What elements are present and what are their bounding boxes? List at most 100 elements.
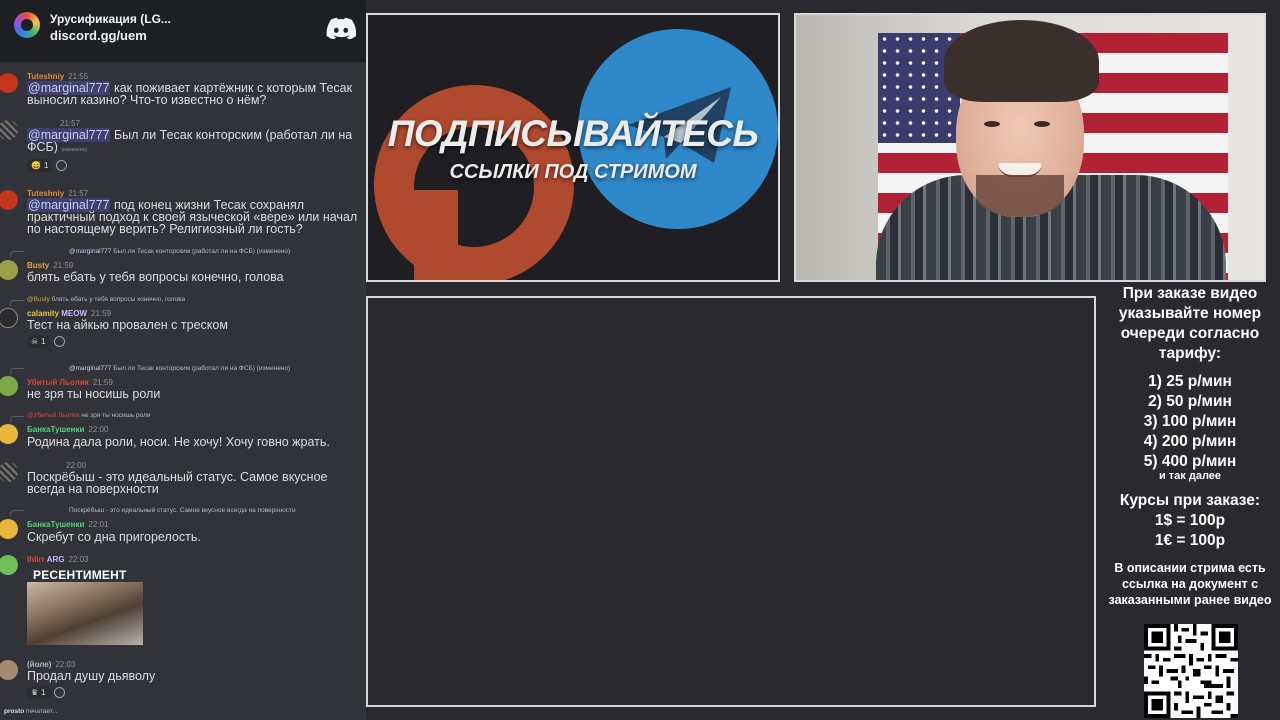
cat-gif-attachment[interactable] [27, 582, 143, 645]
user-avatar [0, 120, 18, 140]
user-avatar [0, 73, 18, 93]
username: БанкаТушенки [27, 425, 85, 434]
gif-caption: РЕСЕНТИМЕНТ [33, 568, 127, 582]
user-avatar [0, 555, 18, 575]
skull-emoji-icon: ☠ [31, 336, 39, 346]
order-instructions: При заказе видео указывайте номер очеред… [1118, 285, 1262, 362]
reply-preview[interactable]: Поскрёбыш - это идеальный статус. Самое … [69, 507, 296, 514]
rate-usd: 1$ = 100р [1154, 512, 1226, 529]
streamer-beard [976, 175, 1064, 217]
reaction-button[interactable]: 😅 1 [27, 158, 53, 172]
message-text: Родина дала роли, носи. Не хочу! Хочу го… [27, 435, 330, 449]
message-text: не зря ты носишь роли [27, 387, 161, 401]
reply-preview[interactable]: @Busty блять ебать у тебя вопросы конечн… [27, 296, 185, 303]
message-text: блять ебать у тебя вопросы конечно, голо… [27, 270, 284, 284]
message-text: Продал душу дьяволу [27, 669, 156, 683]
message-text: Тест на айкью провален с треском [27, 318, 228, 332]
reply-connector [10, 416, 24, 422]
timestamp: 22:03 [55, 660, 76, 669]
streamer-eye [1034, 121, 1050, 127]
patreon-logo-stem [414, 190, 458, 280]
reply-preview[interactable]: @marginal777 Был ли Тесак конторским (ра… [69, 248, 290, 255]
stream-overlay: Урусификация (LG... discord.gg/uem Tutes… [0, 0, 1280, 720]
timestamp: 22:01 [88, 520, 109, 529]
edited-label: (изменено) [61, 147, 88, 153]
banner-subtitle: ССЫЛКИ ПОД СТРИМОМ [449, 161, 697, 183]
user-avatar [0, 260, 18, 280]
user-avatar [0, 462, 18, 482]
webcam-feed [794, 13, 1266, 282]
reply-preview[interactable]: @Убитый Льолик не зря ты носишь роли [27, 412, 151, 419]
price-list: 1) 25 р/мин 2) 50 р/мин 3) 100 р/мин 4) … [1100, 372, 1280, 472]
username: Tuteshniy [27, 72, 65, 81]
add-reaction-icon[interactable] [53, 335, 65, 347]
username: lhlirr [27, 555, 45, 564]
timestamp: 21:59 [91, 309, 112, 318]
price-item: 2) 50 р/мин [1148, 393, 1232, 410]
timestamp: 22:00 [66, 461, 87, 470]
user-avatar [0, 190, 18, 210]
server-icon [14, 12, 40, 38]
user-avatar [0, 519, 18, 539]
timestamp: 21:55 [68, 72, 89, 81]
reaction-bar: ☠ 1 [27, 334, 65, 348]
discord-logo-icon [326, 17, 356, 39]
reaction-button[interactable]: ♛ 1 [27, 685, 50, 699]
price-item: 5) 400 р/мин [1143, 453, 1237, 470]
username: Tuteshniy [27, 189, 65, 198]
reaction-count: 1 [41, 687, 46, 697]
timestamp: 22:00 [88, 425, 109, 434]
rate-eur: 1€ = 100р [1154, 532, 1226, 549]
username: calamity [27, 309, 60, 318]
timestamp: 21:59 [53, 261, 74, 270]
add-reaction-icon[interactable] [53, 686, 65, 698]
description-note: В описании стрима есть ссылка на докумен… [1108, 561, 1272, 607]
rates-title: Курсы при заказе: [1119, 492, 1261, 509]
laugh-emoji-icon: 😅 [31, 160, 41, 170]
server-name: Урусификация (LG... [50, 12, 171, 26]
banner-title: ПОДПИСЫВАЙТЕСЬ [387, 113, 759, 154]
chat-header: Урусификация (LG... discord.gg/uem [0, 0, 366, 62]
order-info-panel: При заказе видео указывайте номер очеред… [1100, 284, 1280, 720]
add-reaction-icon[interactable] [56, 159, 68, 171]
username: Убитый Льолик [27, 378, 89, 387]
message-text: Поскрёбыш - это идеальный статус. Самое … [27, 470, 328, 496]
message-text: Скребут со дна пригорелость. [27, 530, 201, 544]
timestamp: 21:59 [92, 378, 113, 387]
user-avatar [0, 376, 18, 396]
reaction-count: 1 [41, 336, 46, 346]
timestamp: 21:57 [68, 189, 89, 198]
subscribe-banner: ПОДПИСЫВАЙТЕСЬ ССЫЛКИ ПОД СТРИМОМ [366, 13, 780, 282]
streamer-eye [984, 121, 1000, 127]
reply-connector [10, 251, 24, 257]
reply-connector [10, 368, 24, 374]
role-tag: ARG [46, 555, 65, 564]
user-avatar [0, 424, 18, 444]
qr-code-icon [1144, 624, 1238, 718]
reply-preview[interactable]: @marginal777 Был ли Тесак конторским (ра… [69, 365, 290, 372]
reaction-bar: 😅 1 [27, 158, 68, 172]
discord-chat-panel: Урусификация (LG... discord.gg/uem Tutes… [0, 0, 366, 720]
username: (йоле) [27, 660, 52, 669]
reply-connector [10, 300, 24, 306]
reaction-bar: ♛ 1 [27, 685, 65, 699]
username: Busty [27, 261, 50, 270]
price-item: 4) 200 р/мин [1143, 433, 1237, 450]
price-item: 3) 100 р/мин [1143, 413, 1237, 430]
server-invite-link: discord.gg/uem [50, 28, 147, 43]
streamer-hair [944, 20, 1099, 102]
user-avatar [0, 660, 18, 680]
reply-connector [10, 510, 24, 516]
timestamp: 22:03 [68, 555, 89, 564]
username: БанкаТушенки [27, 520, 85, 529]
price-etc: и так далее [1158, 470, 1222, 482]
video-frame-placeholder [366, 296, 1096, 707]
reaction-button[interactable]: ☠ 1 [27, 334, 50, 348]
price-item: 1) 25 р/мин [1148, 373, 1232, 390]
timestamp: 21:57 [60, 119, 81, 128]
emoji-icon: ♛ [31, 687, 39, 697]
user-avatar [0, 308, 18, 328]
role-tag: MEOW [61, 309, 88, 318]
reaction-count: 1 [43, 160, 49, 170]
typing-indicator: prosto печатает... [4, 708, 58, 715]
